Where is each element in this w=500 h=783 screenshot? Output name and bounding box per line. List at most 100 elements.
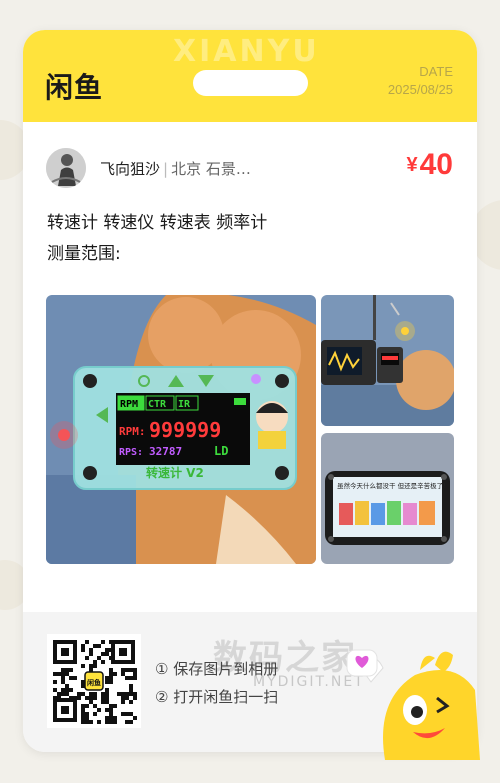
qr-module <box>85 696 89 700</box>
qr-code[interactable]: 闲鱼 <box>47 634 141 728</box>
qr-module <box>121 712 125 716</box>
qr-module <box>117 692 121 696</box>
qr-module <box>113 720 117 724</box>
qr-module <box>105 696 109 700</box>
header-pill <box>193 70 308 96</box>
qr-module <box>121 668 125 672</box>
mode-tab-label: IR <box>178 399 191 410</box>
qr-module <box>93 696 97 700</box>
qr-module <box>105 700 109 704</box>
description-line: 测量范围: <box>47 244 121 264</box>
seller-name: 飞向狙沙 <box>100 160 161 178</box>
qr-module <box>65 684 69 688</box>
instruction-step-1: ① 保存图片到相册 <box>155 660 279 678</box>
qr-module <box>125 668 129 672</box>
qr-module <box>73 676 77 680</box>
qr-module <box>133 672 137 676</box>
qr-module <box>81 720 85 724</box>
date-value: 2025/08/25 <box>387 82 453 97</box>
qr-module <box>57 692 61 696</box>
card-header: XIANYU 闲鱼 DATE 2025/08/25 <box>23 30 477 122</box>
qr-module <box>77 696 81 700</box>
qr-module <box>105 676 109 680</box>
qr-module <box>121 692 125 696</box>
qr-module <box>129 700 133 704</box>
qr-module <box>109 708 113 712</box>
photo-thumbnail-2[interactable]: 虽然今天什么都没干 但还是辛苦极了! <box>321 433 454 564</box>
qr-module <box>109 716 113 720</box>
qr-module <box>89 648 93 652</box>
qr-module <box>77 692 81 696</box>
qr-module <box>113 704 117 708</box>
qr-module <box>81 664 85 668</box>
qr-module <box>109 672 113 676</box>
qr-module <box>81 716 85 720</box>
qr-module <box>105 720 109 724</box>
qr-module <box>85 656 89 660</box>
qr-module <box>93 664 97 668</box>
qr-module <box>101 652 105 656</box>
qr-module <box>85 640 89 644</box>
qr-module <box>129 668 133 672</box>
qr-module <box>109 676 113 680</box>
qr-module <box>105 716 109 720</box>
qr-module <box>133 716 137 720</box>
qr-module <box>133 692 137 696</box>
qr-module <box>113 672 117 676</box>
qr-module <box>65 692 69 696</box>
photo-thumbnail-1[interactable] <box>321 295 454 426</box>
qr-module <box>61 668 65 672</box>
qr-module <box>105 708 109 712</box>
qr-module <box>129 688 133 692</box>
instruction-step-2: ② 打开闲鱼扫一扫 <box>155 688 279 706</box>
qr-module <box>133 676 137 680</box>
seller-info[interactable]: 飞向狙沙 | 北京 石景… <box>100 158 251 179</box>
qr-module <box>53 688 57 692</box>
qr-module <box>129 720 133 724</box>
mascot-fish-icon <box>346 649 480 760</box>
qr-module <box>129 684 133 688</box>
qr-module <box>101 640 105 644</box>
date-label: DATE <box>419 64 453 79</box>
qr-module <box>125 676 129 680</box>
qr-module <box>125 696 129 700</box>
qr-module <box>57 672 61 676</box>
qr-module <box>133 668 137 672</box>
qr-module <box>97 708 101 712</box>
qr-module <box>81 644 85 648</box>
qr-module <box>89 664 93 668</box>
qr-module <box>85 720 89 724</box>
app-logo: 闲鱼 <box>45 71 104 104</box>
header-watermark: XIANYU <box>173 34 320 69</box>
qr-module <box>61 680 65 684</box>
qr-module <box>113 716 117 720</box>
qr-module <box>89 700 93 704</box>
qr-module <box>129 676 133 680</box>
rpm-label: RPM: <box>119 425 146 438</box>
photo-main[interactable]: RPM CTR IR RPM: 999999 RPS: 32787 LD 转速计 V… <box>46 295 316 564</box>
ld-label: LD <box>214 444 228 458</box>
qr-module <box>105 648 109 652</box>
qr-module <box>105 688 109 692</box>
qr-module <box>61 692 65 696</box>
avatar[interactable] <box>46 148 86 188</box>
mode-tab-label: RPM <box>120 399 138 410</box>
mode-tab-label: CTR <box>148 399 167 410</box>
qr-module <box>105 652 109 656</box>
qr-module <box>109 712 113 716</box>
separator: | <box>163 160 169 178</box>
qr-module <box>85 704 89 708</box>
qr-module <box>61 688 65 692</box>
qr-module <box>101 696 105 700</box>
qr-module <box>121 672 125 676</box>
device-label: 转速计 V2 <box>146 465 204 480</box>
qr-module <box>81 692 85 696</box>
item-description: 转速计 转速仪 转速表 频率计 测量范围: <box>47 208 267 270</box>
qr-module <box>105 680 109 684</box>
qr-module <box>89 720 93 724</box>
price: ¥40 <box>407 148 454 182</box>
qr-module <box>93 704 97 708</box>
seller-location: 北京 石景… <box>171 160 251 178</box>
rps-label: RPS: <box>119 447 143 458</box>
qr-module <box>133 696 137 700</box>
